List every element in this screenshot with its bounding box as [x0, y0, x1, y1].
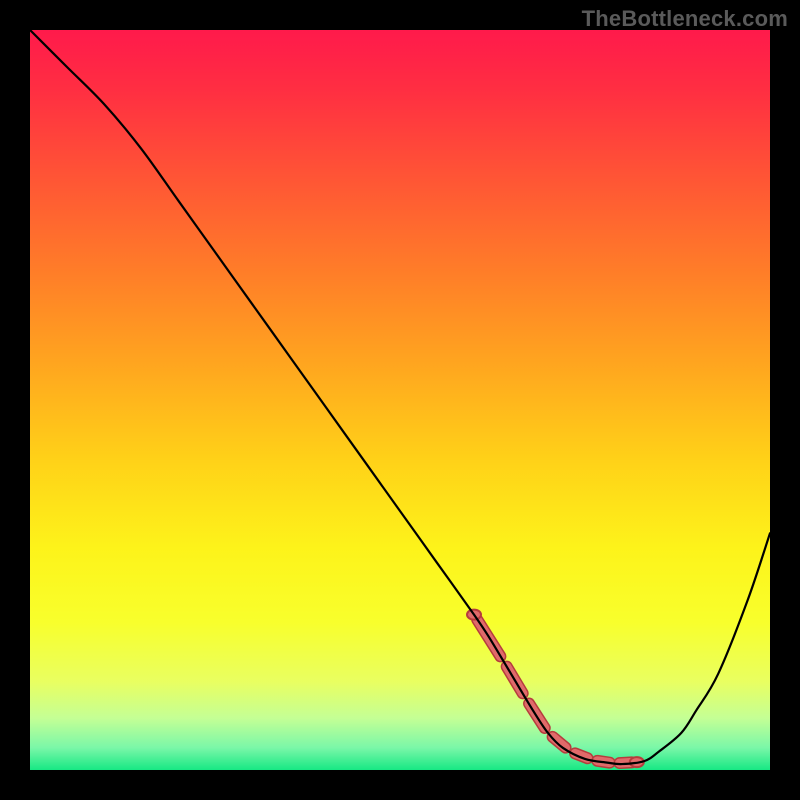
watermark-label: TheBottleneck.com — [582, 6, 788, 32]
chart-frame: TheBottleneck.com — [0, 0, 800, 800]
optimal-range-markers — [467, 610, 644, 768]
bottleneck-curve — [30, 30, 770, 764]
plot-area — [30, 30, 770, 770]
bottleneck-chart — [30, 30, 770, 770]
